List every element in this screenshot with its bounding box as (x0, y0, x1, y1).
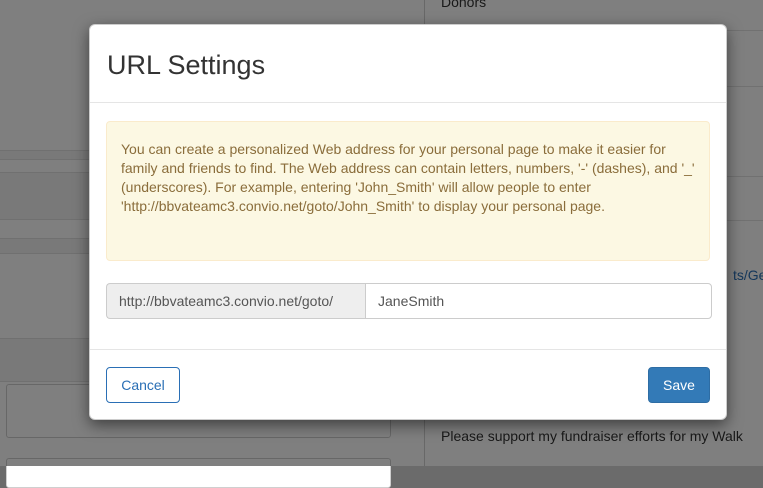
url-settings-modal: URL Settings You can create a personaliz… (89, 24, 727, 420)
cancel-button[interactable]: Cancel (106, 366, 180, 403)
modal-footer: Cancel Save (90, 349, 726, 419)
url-input-group: http://bbvateamc3.convio.net/goto/ (106, 283, 712, 319)
modal-title: URL Settings (107, 50, 266, 80)
info-alert: You can create a personalized Web addres… (106, 121, 710, 261)
save-button[interactable]: Save (648, 366, 710, 403)
modal-body: You can create a personalized Web addres… (90, 103, 726, 351)
url-name-input[interactable] (365, 283, 712, 319)
url-prefix-addon: http://bbvateamc3.convio.net/goto/ (106, 283, 365, 319)
modal-header: URL Settings (90, 25, 726, 103)
